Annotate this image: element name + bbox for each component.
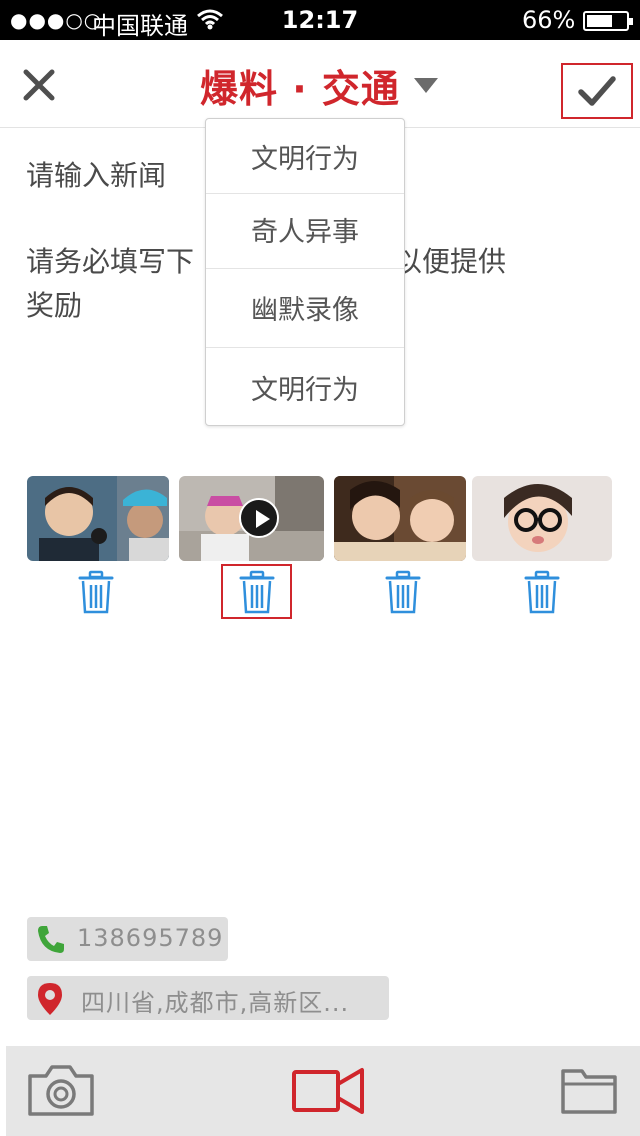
trash-icon xyxy=(239,570,275,614)
delete-media-button[interactable] xyxy=(237,570,277,616)
bottom-toolbar xyxy=(6,1046,640,1136)
camera-icon xyxy=(28,1065,94,1116)
close-icon xyxy=(23,69,55,101)
close-button[interactable] xyxy=(16,62,62,108)
instruction-line1-tail: 以便提供 xyxy=(394,245,507,278)
trash-icon xyxy=(78,570,114,614)
location-chip[interactable]: 四川省,成都市,高新区... xyxy=(27,976,389,1020)
video-camera-button[interactable] xyxy=(291,1062,365,1122)
nav-bar: 爆料 · 交通 xyxy=(0,40,640,128)
trash-icon xyxy=(524,570,560,614)
dropdown-item-qiren[interactable]: 奇人异事 xyxy=(206,210,404,249)
delete-media-button[interactable] xyxy=(76,570,116,616)
battery-percent: 66% xyxy=(522,6,576,34)
battery-nub xyxy=(629,18,633,25)
play-icon xyxy=(239,498,279,538)
battery-icon xyxy=(583,11,633,31)
media-thumbnail-photo[interactable] xyxy=(27,476,169,561)
checkmark-icon xyxy=(578,76,616,106)
camera-button[interactable] xyxy=(26,1062,96,1122)
page-title: 爆料 · 交通 xyxy=(200,66,400,111)
instruction-line1: 请务必填写下 xyxy=(26,245,195,278)
dropdown-arrow-icon xyxy=(413,77,438,93)
delete-media-button[interactable] xyxy=(522,570,562,616)
folder-button[interactable] xyxy=(560,1062,618,1122)
dropdown-item-wenming[interactable]: 文明行为 xyxy=(206,137,404,176)
battery-fill xyxy=(587,15,612,27)
dropdown-item-wenming-2[interactable]: 文明行为 xyxy=(206,368,404,407)
category-selector[interactable]: 爆料 · 交通 xyxy=(200,60,438,111)
dropdown-item-youmo[interactable]: 幽默录像 xyxy=(206,288,404,327)
confirm-button[interactable] xyxy=(561,63,633,119)
media-thumbnail-photo[interactable] xyxy=(334,476,466,561)
phone-chip[interactable]: 138695789 xyxy=(27,917,228,961)
category-dropdown-menu: 文明行为 奇人异事 幽默录像 文明行为 xyxy=(205,118,405,426)
phone-icon xyxy=(38,926,64,953)
news-input[interactable]: 请输入新闻 xyxy=(26,154,166,194)
phone-number: 138695789 xyxy=(77,924,224,952)
dropdown-divider xyxy=(206,193,404,194)
media-thumbnail-video[interactable] xyxy=(179,476,324,561)
delete-media-button[interactable] xyxy=(383,570,423,616)
dropdown-divider xyxy=(206,268,404,269)
instruction-line2: 奖励 xyxy=(26,289,83,322)
status-bar: ●●●○○ 中国联通 12:17 66% xyxy=(0,0,640,40)
folder-icon xyxy=(561,1069,617,1114)
media-thumbnail-photo[interactable] xyxy=(472,476,612,561)
dropdown-divider xyxy=(206,347,404,348)
trash-icon xyxy=(385,570,421,614)
location-text: 四川省,成都市,高新区... xyxy=(81,989,350,1017)
location-pin-icon xyxy=(38,983,62,1015)
video-camera-icon xyxy=(292,1068,364,1114)
